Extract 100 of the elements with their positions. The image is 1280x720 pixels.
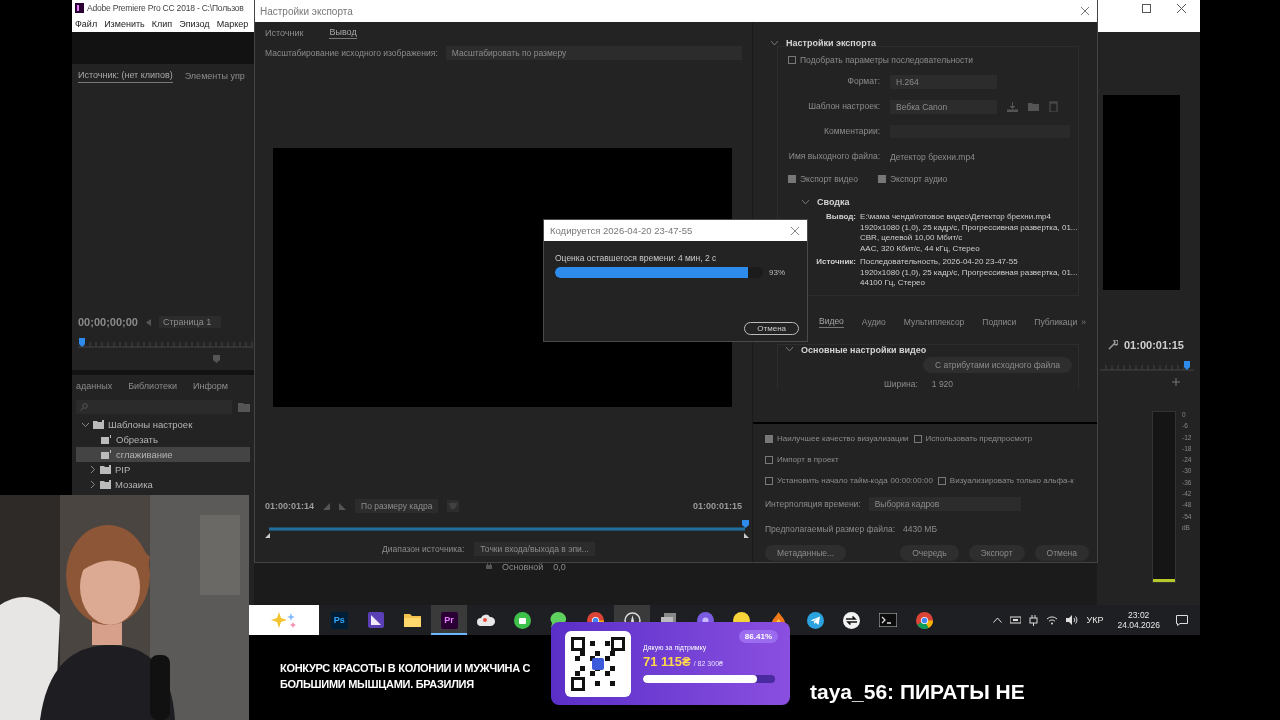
tree-item[interactable]: Мозаика xyxy=(76,477,250,492)
match-source-button[interactable]: С атрибутами исходного файла xyxy=(922,356,1072,373)
network-icon[interactable] xyxy=(1010,615,1022,625)
interpolation-label: Интерполяция времени: xyxy=(765,498,861,509)
panel-tab[interactable]: Библиотеки xyxy=(128,381,177,391)
menu-item[interactable]: Эпизод xyxy=(179,19,210,29)
qr-code-drawing xyxy=(565,630,631,697)
chevron-down-icon[interactable] xyxy=(771,40,778,46)
search-field[interactable] xyxy=(76,400,232,414)
plug-icon[interactable] xyxy=(1029,614,1039,626)
section-heading: Сводка xyxy=(817,197,850,207)
range-slider[interactable] xyxy=(265,520,749,540)
settings-tab[interactable]: Мультиплексор xyxy=(903,316,965,327)
close-icon[interactable] xyxy=(791,226,799,235)
close-icon[interactable] xyxy=(1177,3,1186,13)
chevron-right-icon[interactable] xyxy=(89,481,96,488)
dialog-button[interactable]: Отмена xyxy=(1034,545,1090,561)
news-headline: КОНКУРС КРАСОТЫ В КОЛОНИИ И МУЖЧИНА С БОЛЬШИМИ МЫШЦАМИ. БРАЗИЛИЯ xyxy=(280,661,531,692)
speaker-icon[interactable] xyxy=(1066,615,1079,625)
checkbox[interactable]: Подобрать параметры последовательности xyxy=(788,55,1078,65)
dialog-tab[interactable]: Источник xyxy=(265,28,304,38)
summary-line: 1920x1080 (1,0), 25 кадр/с, Прогрессивная развертка, 01... xyxy=(860,267,1078,278)
width-value[interactable]: 1 920 xyxy=(931,378,954,389)
plus-icon[interactable] xyxy=(1172,378,1180,386)
file-size-value: 4430 МБ xyxy=(903,523,937,534)
panel-tab[interactable]: аданных xyxy=(76,381,113,391)
time-ruler[interactable] xyxy=(78,336,253,348)
source-range-label: Диапазон источника: xyxy=(382,544,465,554)
scaling-dropdown[interactable]: Масштабировать по размеру xyxy=(445,46,742,60)
chevron-up-icon[interactable] xyxy=(993,617,1003,623)
checkbox[interactable]: Экспорт видео xyxy=(788,174,858,184)
summary-line: 44100 Гц, Стерео xyxy=(860,278,926,289)
dialog-title: Настройки экспорта xyxy=(260,5,353,17)
language-indicator[interactable]: УКР xyxy=(1086,615,1104,625)
folder-icon xyxy=(100,480,111,489)
wifi-icon[interactable] xyxy=(1046,615,1059,625)
interpolation-dropdown[interactable]: Выборка кадров xyxy=(868,496,1021,511)
summary-line: 1920x1080 (1,0), 25 кадр/с, Прогрессивная развертка, 01... xyxy=(860,222,1078,233)
search-icon xyxy=(80,403,88,411)
out-timecode: 01:00:01:15 xyxy=(692,501,742,511)
percent-badge: 86.41% xyxy=(738,630,778,643)
panel-tab[interactable]: Источник: (нет клипов) xyxy=(78,69,173,83)
settings-tab[interactable]: Видео xyxy=(819,315,844,328)
format-dropdown[interactable]: H.264 xyxy=(890,74,997,89)
chevron-down-icon[interactable] xyxy=(82,421,89,428)
settings-tab[interactable]: Публикаци xyxy=(1034,316,1078,327)
summary-line: E:\мама ченда\готовое видео\Детектор брехни.mp4 xyxy=(860,212,1052,223)
chat-message: taya_56: ПИРАТЫ НЕ xyxy=(810,680,1025,704)
chevron-right-icon[interactable] xyxy=(89,466,96,473)
tree-item[interactable]: Шаблоны настроек xyxy=(76,417,250,432)
preset-icon xyxy=(101,435,112,444)
tree-item[interactable]: PIP xyxy=(76,462,250,477)
marker-icon[interactable] xyxy=(213,355,220,363)
dialog-tab[interactable]: Вывод xyxy=(329,27,357,39)
menu-item[interactable]: Изменить xyxy=(104,19,145,29)
checkbox[interactable]: Установить начало тайм-кода xyxy=(765,476,888,485)
timecode-value[interactable]: 00:00:00:00 xyxy=(890,476,933,485)
fit-dropdown[interactable]: По размеру кадра xyxy=(355,499,439,513)
maximize-icon[interactable] xyxy=(1142,3,1151,13)
checkbox[interactable]: Импорт в проект xyxy=(765,455,839,464)
track-name: Основной xyxy=(502,562,544,572)
time-ruler[interactable] xyxy=(1100,359,1194,371)
notification-icon[interactable] xyxy=(1176,614,1188,626)
width-label: Ширина: xyxy=(884,378,918,389)
checkbox[interactable]: Визуализировать только альфа-к xyxy=(937,476,1074,485)
menu-item[interactable]: Клип xyxy=(151,19,173,29)
raised-amount: 71 115₴ xyxy=(643,654,691,669)
time-estimate: Оценка оставшегося времени: 4 мин, 2 с xyxy=(555,253,718,263)
menu-item[interactable]: Маркер xyxy=(216,19,249,29)
lock-icon[interactable] xyxy=(486,562,492,569)
checkbox[interactable]: Экспорт аудио xyxy=(878,174,948,184)
settings-tab[interactable]: Подписи xyxy=(982,316,1017,327)
folder-icon xyxy=(100,465,111,474)
output-file-link[interactable]: Детектор брехни.mp4 xyxy=(890,151,975,162)
summary-label: Источник: xyxy=(815,257,856,268)
settings-tab[interactable]: Аудио xyxy=(861,316,886,327)
checkbox[interactable]: Использовать предпросмотр xyxy=(913,434,1033,443)
wrench-icon[interactable] xyxy=(1108,340,1118,350)
checkbox[interactable]: Наилучшее качество визуализации xyxy=(765,434,909,443)
clock[interactable]: 23:02 24.04.2026 xyxy=(1117,610,1160,630)
panel-tab[interactable]: Информ xyxy=(192,381,228,391)
timecode: 00;00;00;00 xyxy=(78,316,138,328)
tree-item[interactable]: сглаживание xyxy=(76,447,250,462)
more-tabs-button[interactable]: » xyxy=(1081,316,1086,327)
window-title: Adobe Premiere Pro CC 2018 - C:\Пользов xyxy=(87,3,244,13)
premiere-icon[interactable]: Pr xyxy=(430,605,468,635)
preset-dropdown[interactable]: Вебка Canon xyxy=(890,99,997,114)
page-dropdown[interactable]: Страница 1 xyxy=(158,316,221,328)
panel-tab[interactable]: Элементы упр xyxy=(184,71,245,81)
tree-item[interactable]: Обрезать xyxy=(76,432,250,447)
dialog-button[interactable]: Очередь xyxy=(900,545,959,561)
dialog-button[interactable]: Метаданные... xyxy=(765,545,847,561)
close-icon[interactable] xyxy=(1081,7,1089,15)
chevron-down-icon[interactable] xyxy=(786,347,793,352)
summary-line: CBR, целевой 10,00 Мбит/с xyxy=(860,233,964,244)
chevron-down-icon[interactable] xyxy=(802,199,809,205)
field-label: Комментарии: xyxy=(823,125,880,138)
menu-item[interactable]: Файл xyxy=(75,19,98,29)
source-range-dropdown[interactable]: Точки входа/выхода в эпи... xyxy=(474,542,595,556)
dialog-button[interactable]: Экспорт xyxy=(968,545,1025,561)
